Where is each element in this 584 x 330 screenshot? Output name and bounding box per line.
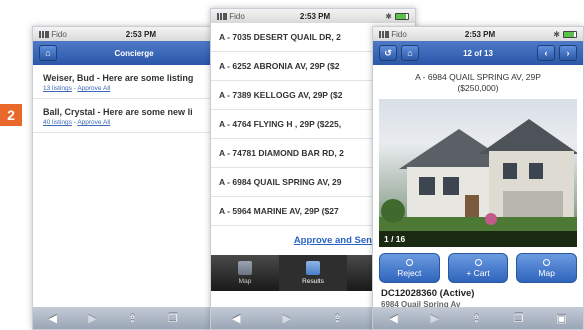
home-icon: ⌂ [45,48,51,58]
action-buttons: Reject + Cart Map [373,247,583,283]
clock: 2:53 PM [464,29,496,39]
bluetooth-icon: ✱ [553,29,560,39]
back-button[interactable]: ↺ [379,45,397,61]
screenshot-stage: Fido 2:53 PM ⌂ Concierge Weiser, Bud - H… [0,0,584,330]
signal-icon [39,30,49,38]
status-right: ✱ [553,30,577,39]
approve-all-link[interactable]: Approve All [77,119,110,126]
approve-all-link[interactable]: Approve All [77,85,110,92]
back-arrow-icon: ↺ [384,47,392,58]
map-icon [543,258,551,266]
share-icon[interactable]: ⇪ [472,312,481,325]
list-item[interactable]: Ball, Crystal - Here are some new li 40 … [33,99,235,133]
tab-map[interactable]: Map [211,255,279,291]
add-to-cart-button[interactable]: + Cart [447,253,509,283]
listing-photo[interactable]: 1 / 16 [379,99,577,247]
phone-listing-detail: Fido 2:53 PM ✱ ↺ ⌂ 12 of 13 ‹ › A - 6984… [372,26,584,330]
share-icon[interactable]: ⇪ [333,312,342,325]
step-badge: 2 [0,104,22,126]
carrier: Fido [217,12,245,21]
forward-icon[interactable]: ▶ [282,312,290,325]
results-icon [306,261,320,275]
house-photo-icon [379,119,577,247]
page-title: Concierge [114,48,154,58]
mls-number: DC12028360 (Active) [381,288,475,299]
tabs-icon[interactable]: ▣ [556,312,566,325]
status-bar: Fido 2:53 PM ✱ [373,27,583,41]
client-name: Weiser, Bud - Here are some listing [43,73,194,83]
battery-icon [394,12,409,20]
bluetooth-icon: ✱ [385,11,392,21]
browser-toolbar: ◀ ▶ ⇪ ❐ ▣ [373,307,583,329]
carrier: Fido [39,30,67,39]
listing-price: ($250,000) [457,83,499,93]
forward-icon[interactable]: ▶ [431,312,439,325]
listing-title: A - 6984 QUAIL SPRING AV, 29P [415,72,541,82]
tab-label: Map [238,278,252,285]
bookmarks-icon[interactable]: ❐ [514,312,524,325]
battery-icon [562,30,577,38]
home-button[interactable]: ⌂ [401,45,419,61]
next-button[interactable]: › [559,45,577,61]
back-icon[interactable]: ◀ [232,312,240,325]
status-bar: Fido 2:53 PM ✱ [211,9,415,23]
listing-heading: A - 6984 QUAIL SPRING AV, 29P ($250,000) [373,65,583,94]
clock: 2:53 PM [125,29,157,39]
button-label: Map [538,267,555,278]
status-right: ✱ [385,12,409,21]
cart-icon [474,258,482,266]
chevron-right-icon: › [566,48,570,58]
home-icon: ⌂ [407,48,413,58]
back-icon[interactable]: ◀ [49,312,57,325]
title-bar: ↺ ⌂ 12 of 13 ‹ › [373,41,583,65]
listings-link[interactable]: 13 listings [43,85,72,92]
back-icon[interactable]: ◀ [389,312,397,325]
home-button[interactable]: ⌂ [39,45,57,61]
share-icon[interactable]: ⇪ [128,312,137,325]
chevron-left-icon: ‹ [544,48,548,58]
button-label: + Cart [466,267,490,278]
status-bar: Fido 2:53 PM [33,27,235,41]
map-pin-icon [238,261,252,275]
phone-concierge: Fido 2:53 PM ⌂ Concierge Weiser, Bud - H… [32,26,236,330]
title-bar: ⌂ Concierge [33,41,235,65]
clock: 2:53 PM [299,11,331,21]
signal-icon [379,30,389,38]
client-links: 13 listings - Approve All [43,85,225,92]
list-item[interactable]: Weiser, Bud - Here are some listing 13 l… [33,65,235,99]
map-button[interactable]: Map [516,253,578,283]
photo-counter: 1 / 16 [379,231,577,247]
prev-button[interactable]: ‹ [537,45,555,61]
pager-text: 12 of 13 [463,48,493,58]
reject-button[interactable]: Reject [379,253,440,283]
tab-label: Results [302,278,324,285]
bookmarks-icon[interactable]: ❐ [168,312,178,325]
signal-icon [217,12,227,20]
tab-results[interactable]: Results [279,255,347,291]
client-name: Ball, Crystal - Here are some new li [43,107,193,117]
client-links: 40 listings - Approve All [43,119,225,126]
carrier: Fido [379,30,407,39]
reject-icon [405,258,413,266]
browser-toolbar: ◀ ▶ ⇪ ❐ ▣ [33,307,235,329]
button-label: Reject [397,267,422,278]
listings-link[interactable]: 40 listings [43,119,72,126]
forward-icon[interactable]: ▶ [88,312,96,325]
